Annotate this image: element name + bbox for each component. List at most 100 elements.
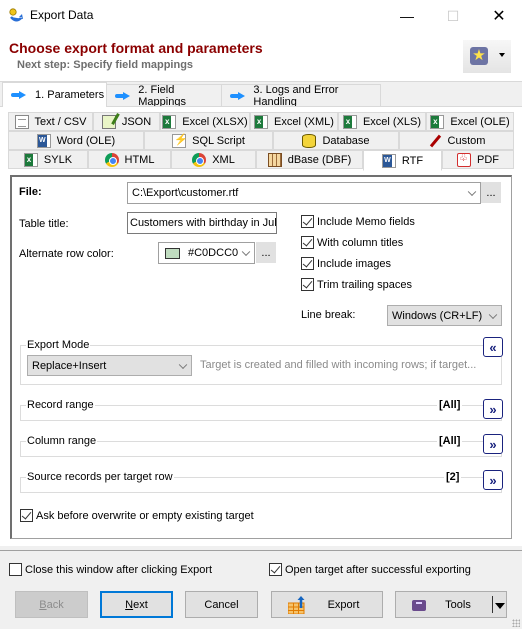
arrow-right-icon	[115, 91, 131, 100]
open-target-checkbox[interactable]: Open target after successful exporting	[269, 563, 471, 576]
format-tab-excel-xlsx[interactable]: Excel (XLSX)	[160, 112, 250, 131]
checkbox-label: Include images	[317, 257, 391, 270]
sql-script-icon	[172, 133, 188, 148]
sylk-icon	[23, 152, 38, 167]
wizard-header: Choose export format and parameters Next…	[0, 32, 522, 82]
dropdown-arrow-icon[interactable]	[495, 603, 505, 609]
excel-icon	[430, 114, 445, 129]
records-per-row-label: Source records per target row	[26, 471, 174, 483]
record-range-expand-button[interactable]: »	[483, 399, 503, 419]
tab-label: 2. Field Mappings	[138, 83, 186, 108]
ask-before-overwrite-checkbox[interactable]: Ask before overwrite or empty existing t…	[20, 509, 254, 522]
format-tab-excel-ole[interactable]: Excel (OLE)	[426, 112, 514, 131]
ellipsis-icon: ...	[261, 246, 271, 259]
tab-label: Excel (XLSX)	[182, 115, 248, 128]
format-tab-xml[interactable]: XML	[171, 150, 256, 169]
chevron-down-icon	[178, 360, 188, 369]
format-tabs-row-3: SYLK HTML XML dBase (DBF) RTF PDF	[8, 150, 514, 171]
app-icon	[8, 8, 24, 24]
column-range-expand-button[interactable]: »	[483, 434, 503, 454]
format-tab-rtf[interactable]: RTF	[363, 150, 442, 171]
chevron-down-icon	[241, 247, 251, 257]
tab-label: RTF	[401, 154, 424, 167]
favorites-button[interactable]: ★	[463, 40, 511, 73]
alt-row-color-label: Alternate row color:	[19, 248, 114, 260]
file-label: File:	[19, 186, 42, 198]
format-tab-sylk[interactable]: SYLK	[8, 150, 88, 169]
export-button[interactable]: Export	[271, 591, 383, 618]
checkbox-icon	[301, 236, 314, 249]
format-tab-excel-xls[interactable]: Excel (XLS)	[338, 112, 426, 131]
checkbox-label: Open target after successful exporting	[285, 563, 471, 576]
tab-label: PDF	[477, 153, 499, 166]
word-icon	[381, 153, 396, 168]
tab-label: 1. Parameters	[35, 89, 105, 101]
format-tab-dbase-dbf[interactable]: dBase (DBF)	[256, 150, 363, 169]
format-tab-database[interactable]: Database	[273, 131, 399, 150]
tab-label: Database	[322, 134, 370, 147]
minimize-button[interactable]: —	[384, 0, 430, 32]
dropdown-caret-icon	[499, 53, 505, 57]
toolbox-icon-detail	[416, 602, 422, 604]
next-button[interactable]: Next	[100, 591, 173, 618]
star-icon: ★	[470, 47, 488, 65]
format-tab-html[interactable]: HTML	[88, 150, 171, 169]
checkbox-icon	[301, 257, 314, 270]
tab-parameters[interactable]: 1. Parameters	[2, 82, 107, 107]
format-tab-custom[interactable]: Custom	[399, 131, 514, 150]
close-button[interactable]: ✕	[476, 0, 522, 32]
tab-label: HTML	[124, 153, 155, 166]
column-range-value: [All]	[437, 435, 463, 447]
button-label: Cancel	[204, 598, 239, 611]
alt-row-color-combobox[interactable]: #C0DCC0	[158, 242, 255, 264]
table-title-label: Table title:	[19, 218, 69, 230]
tab-label: Word (OLE)	[56, 134, 116, 147]
collapse-export-mode-button[interactable]: «	[483, 337, 503, 357]
close-icon: ✕	[492, 8, 506, 25]
table-title-input[interactable]	[127, 212, 277, 234]
format-tab-word-ole[interactable]: Word (OLE)	[8, 131, 144, 150]
resize-grip[interactable]	[512, 619, 520, 627]
tools-button[interactable]: Tools	[395, 591, 507, 618]
tab-label: SQL Script	[192, 134, 245, 147]
arrow-right-icon	[11, 91, 27, 99]
format-tab-sql-script[interactable]: SQL Script	[144, 131, 273, 150]
arrow-right-icon	[230, 91, 246, 100]
footer-divider	[0, 550, 522, 551]
records-per-row-expand-button[interactable]: »	[483, 470, 503, 490]
browse-file-button[interactable]: ...	[481, 182, 501, 203]
ellipsis-icon: ...	[486, 186, 496, 199]
wizard-title: Choose export format and parameters	[9, 40, 263, 56]
button-label: ack	[46, 598, 64, 611]
include-images-checkbox[interactable]: Include images	[301, 257, 391, 270]
back-button[interactable]: Back	[15, 591, 88, 618]
pick-color-button[interactable]: ...	[256, 242, 276, 263]
checkbox-icon	[301, 215, 314, 228]
format-tab-excel-xml[interactable]: Excel (XML)	[250, 112, 338, 131]
tab-label: SYLK	[43, 153, 73, 166]
checkbox-label: With column titles	[317, 236, 404, 249]
trim-trailing-spaces-checkbox[interactable]: Trim trailing spaces	[301, 278, 412, 291]
cancel-button[interactable]: Cancel	[185, 591, 258, 618]
file-path-combobox[interactable]: C:\Export\customer.rtf	[127, 182, 481, 204]
format-tab-pdf[interactable]: PDF	[442, 150, 514, 169]
checkbox-icon	[301, 278, 314, 291]
tab-label: Custom	[447, 134, 486, 147]
button-label: Export	[327, 598, 360, 611]
button-label: ext	[133, 598, 148, 611]
with-column-titles-checkbox[interactable]: With column titles	[301, 236, 403, 249]
close-after-export-checkbox[interactable]: Close this window after clicking Export	[9, 563, 212, 576]
tab-field-mappings[interactable]: 2. Field Mappings	[106, 83, 222, 108]
maximize-button[interactable]: ☐	[430, 0, 476, 32]
include-memo-fields-checkbox[interactable]: Include Memo fields	[301, 215, 415, 228]
format-tab-text-csv[interactable]: Text / CSV	[8, 112, 93, 131]
export-mode-select[interactable]: Replace+Insert	[27, 355, 192, 376]
tab-logs-error-handling[interactable]: 3. Logs and Error Handling	[221, 84, 381, 108]
excel-icon	[162, 114, 177, 129]
chevron-down-icon	[488, 310, 498, 319]
pdf-icon	[457, 152, 471, 167]
line-break-select[interactable]: Windows (CR+LF)	[387, 305, 502, 326]
title-bar: Export Data — ☐ ✕	[0, 0, 522, 32]
format-tab-json[interactable]: JSON	[93, 112, 160, 131]
json-icon	[101, 114, 116, 129]
